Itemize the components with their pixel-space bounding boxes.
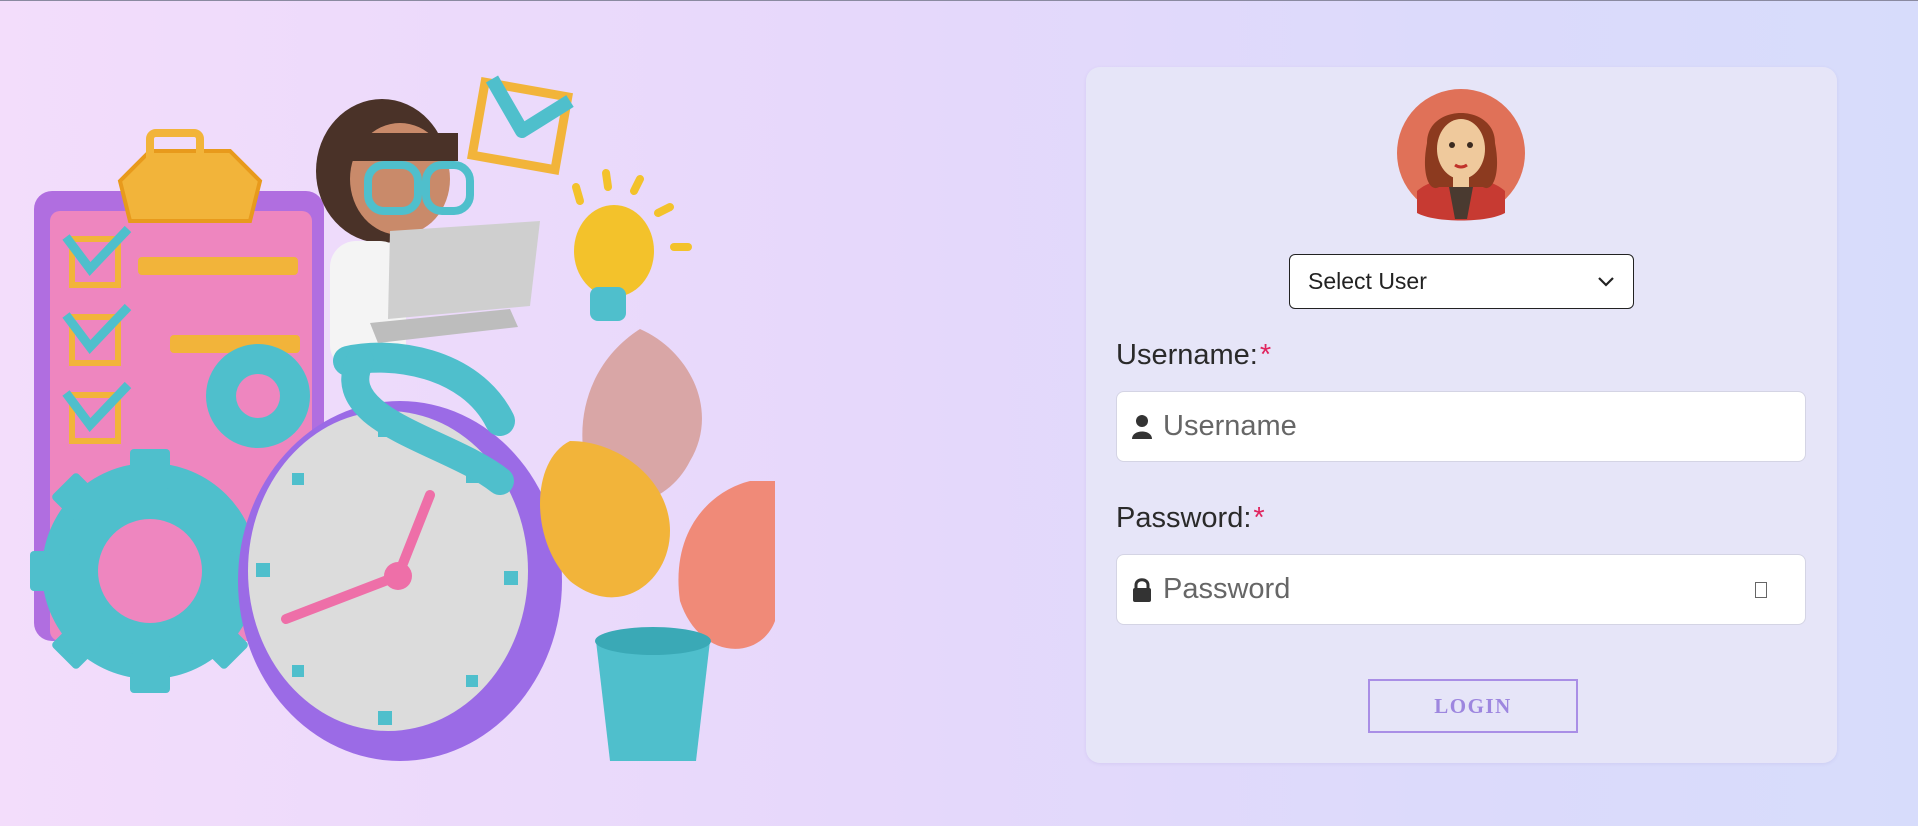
login-card: Select User Username:* Password:* LOGIN <box>1086 67 1837 763</box>
password-field <box>1116 554 1806 625</box>
chevron-down-icon <box>1598 276 1614 287</box>
user-icon <box>1132 414 1152 439</box>
password-input[interactable] <box>1163 573 1745 606</box>
clock-icon <box>238 401 562 761</box>
required-marker: * <box>1259 339 1272 371</box>
password-label: Password:* <box>1116 502 1265 535</box>
username-label: Username:* <box>1116 339 1271 372</box>
eye-toggle-icon[interactable] <box>1755 581 1767 598</box>
checkbox-icon <box>467 75 574 175</box>
required-marker: * <box>1253 502 1265 534</box>
plant-icon <box>540 329 775 761</box>
username-input[interactable] <box>1163 410 1805 443</box>
login-button[interactable]: LOGIN <box>1368 679 1578 733</box>
username-field <box>1116 391 1806 462</box>
select-user-dropdown[interactable]: Select User <box>1289 254 1634 309</box>
avatar <box>1397 89 1525 221</box>
lightbulb-icon <box>572 169 692 321</box>
select-user-value: Select User <box>1308 268 1427 294</box>
password-label-text: Password: <box>1116 502 1252 534</box>
hero-illustration <box>30 75 775 761</box>
lock-icon <box>1133 577 1151 602</box>
username-label-text: Username: <box>1116 339 1258 371</box>
